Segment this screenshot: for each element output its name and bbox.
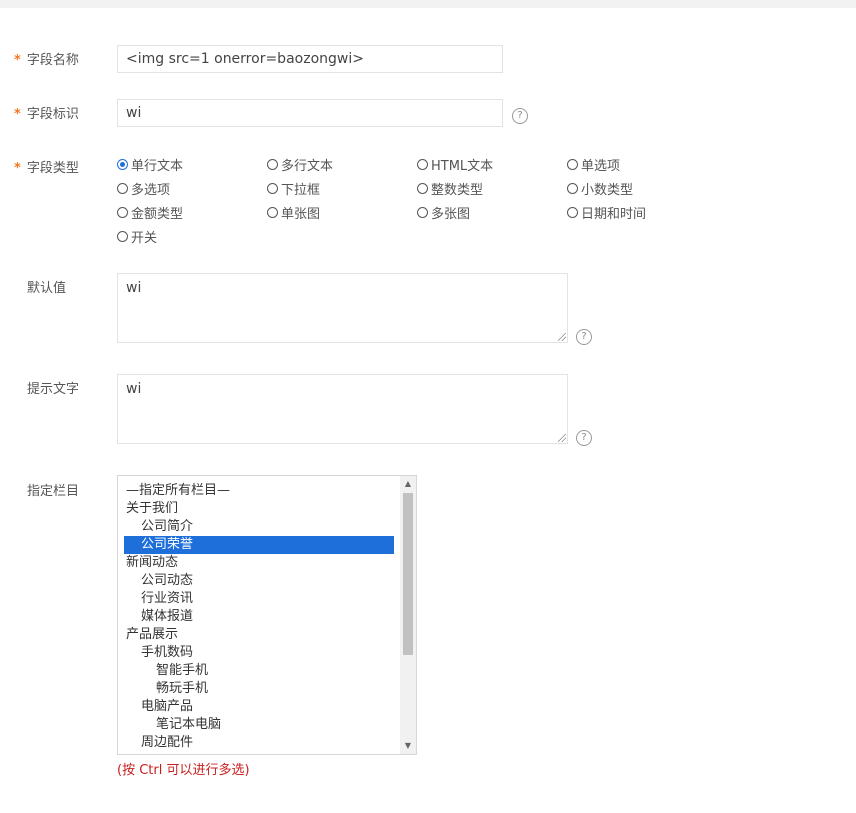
radio-option[interactable]: 开关 [117, 227, 157, 246]
list-item[interactable]: 公司动态 [124, 572, 394, 590]
list-item[interactable]: 笔记本电脑 [124, 716, 394, 734]
field-name-label-text: 字段名称 [26, 53, 79, 68]
category-label: 指定栏目 [27, 484, 80, 499]
field-type-label-text: 字段类型 [26, 161, 79, 176]
field-name-label: * 字段名称 [14, 49, 90, 68]
radio-label: 下拉框 [281, 183, 321, 198]
radio-circle[interactable] [267, 159, 278, 170]
radio-circle[interactable] [117, 183, 128, 194]
required-mark: * [14, 161, 21, 176]
radio-option[interactable]: 多选项 [117, 179, 170, 198]
resize-handle[interactable] [558, 333, 566, 341]
help-icon[interactable]: ? [512, 108, 528, 124]
list-item[interactable]: 手机数码 [124, 644, 394, 662]
required-mark: * [14, 107, 21, 122]
help-icon[interactable]: ? [576, 329, 592, 345]
field-id-input[interactable]: wi [117, 99, 503, 127]
scroll-thumb[interactable] [403, 493, 413, 655]
list-item[interactable]: 行业资讯 [124, 590, 394, 608]
radio-label: 小数类型 [581, 183, 634, 198]
radio-label: 日期和时间 [581, 207, 647, 222]
list-item[interactable]: 畅玩手机 [124, 680, 394, 698]
radio-label: 开关 [131, 231, 158, 246]
radio-option[interactable]: 小数类型 [567, 179, 633, 198]
multi-select-hint: (按 Ctrl 可以进行多选) [117, 763, 250, 778]
scroll-down-icon[interactable]: ▼ [400, 738, 416, 754]
radio-circle[interactable] [267, 207, 278, 218]
radio-option[interactable]: 单行文本 [117, 155, 183, 174]
radio-option[interactable]: 日期和时间 [567, 203, 646, 222]
radio-option[interactable]: 整数类型 [417, 179, 483, 198]
radio-circle[interactable] [117, 159, 128, 170]
default-value-text: wi [126, 280, 142, 296]
radio-label: 多张图 [431, 207, 471, 222]
radio-option[interactable]: HTML文本 [417, 155, 493, 174]
help-icon[interactable]: ? [576, 430, 592, 446]
radio-label: HTML文本 [431, 159, 494, 174]
radio-label: 单行文本 [131, 159, 184, 174]
list-item[interactable]: 周边配件 [124, 734, 394, 752]
radio-option[interactable]: 多行文本 [267, 155, 333, 174]
radio-circle[interactable] [417, 183, 428, 194]
top-bar [0, 0, 856, 8]
hint-text-label: 提示文字 [27, 382, 80, 397]
list-item[interactable]: 新闻动态 [124, 554, 394, 572]
radio-circle[interactable] [117, 231, 128, 242]
hint-text-textarea[interactable]: wi [117, 374, 568, 444]
scroll-up-icon[interactable]: ▲ [400, 476, 416, 492]
radio-option[interactable]: 下拉框 [267, 179, 320, 198]
category-select[interactable]: —指定所有栏目— 关于我们 公司简介 公司荣誉 新闻动态 公司动态 行业资讯 媒… [117, 475, 417, 755]
field-id-label: * 字段标识 [14, 103, 90, 122]
radio-label: 多选项 [131, 183, 171, 198]
radio-label: 金额类型 [131, 207, 184, 222]
list-item[interactable]: 关于我们 [124, 500, 394, 518]
radio-option[interactable]: 金额类型 [117, 203, 183, 222]
radio-circle[interactable] [417, 159, 428, 170]
radio-option[interactable]: 单张图 [267, 203, 320, 222]
hint-text-text: wi [126, 381, 142, 397]
list-item[interactable]: 公司简介 [124, 518, 394, 536]
list-item[interactable]: —指定所有栏目— [124, 482, 394, 500]
radio-circle[interactable] [417, 207, 428, 218]
list-item[interactable]: 媒体报道 [124, 608, 394, 626]
list-item-selected[interactable]: 公司荣誉 [124, 536, 394, 554]
radio-option[interactable]: 单选项 [567, 155, 620, 174]
radio-circle[interactable] [117, 207, 128, 218]
radio-label: 单张图 [281, 207, 321, 222]
radio-circle[interactable] [567, 159, 578, 170]
radio-circle[interactable] [567, 207, 578, 218]
radio-circle[interactable] [567, 183, 578, 194]
list-item[interactable]: 产品展示 [124, 626, 394, 644]
category-list: —指定所有栏目— 关于我们 公司简介 公司荣誉 新闻动态 公司动态 行业资讯 媒… [124, 482, 394, 752]
field-name-input[interactable]: <img src=1 onerror=baozongwi> [117, 45, 503, 73]
required-mark: * [14, 53, 21, 68]
radio-label: 单选项 [581, 159, 621, 174]
radio-label: 整数类型 [431, 183, 484, 198]
default-value-label: 默认值 [27, 281, 67, 296]
field-type-label: * 字段类型 [14, 157, 90, 176]
radio-option[interactable]: 多张图 [417, 203, 470, 222]
scrollbar[interactable]: ▲ ▼ [400, 476, 416, 754]
field-id-label-text: 字段标识 [26, 107, 79, 122]
list-item[interactable]: 智能手机 [124, 662, 394, 680]
radio-label: 多行文本 [281, 159, 334, 174]
resize-handle[interactable] [558, 434, 566, 442]
list-item[interactable]: 电脑产品 [124, 698, 394, 716]
radio-circle[interactable] [267, 183, 278, 194]
default-value-textarea[interactable]: wi [117, 273, 568, 343]
